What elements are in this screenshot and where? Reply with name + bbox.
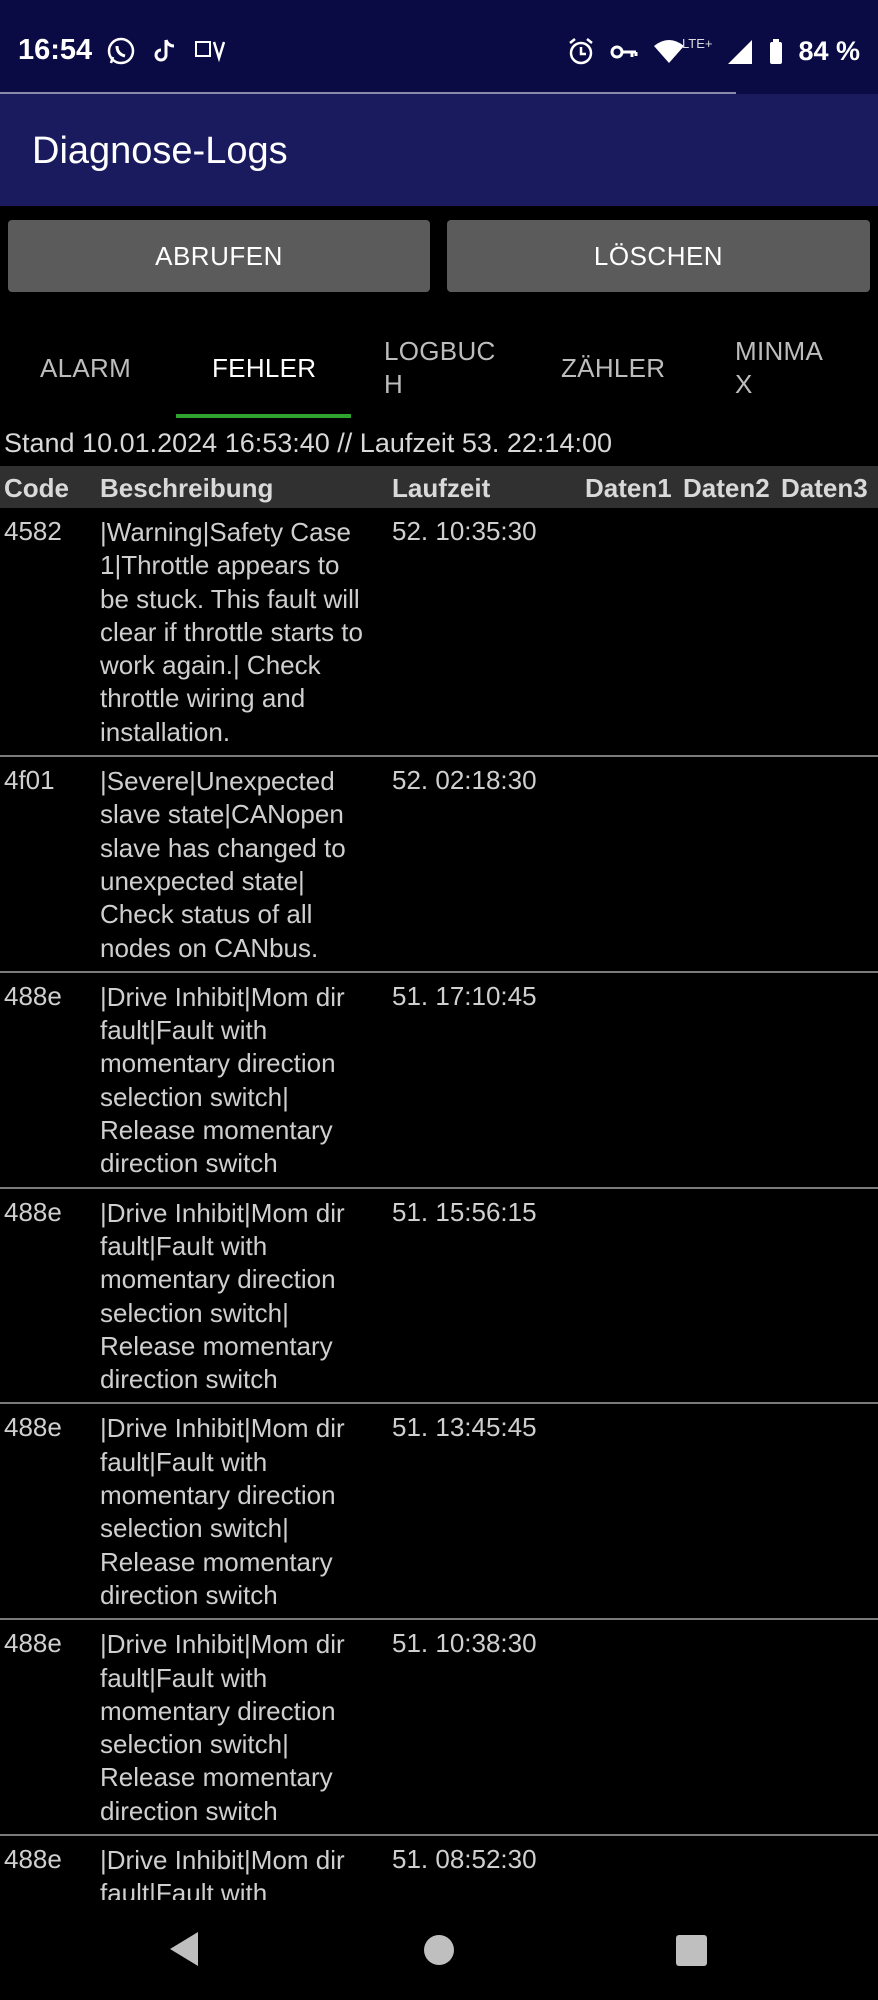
row-laufzeit: 51. 13:45:45 [392, 1412, 537, 1443]
wifi-icon: LTE+ [653, 35, 713, 67]
row-code: 488e [4, 1843, 62, 1874]
tab-alarm[interactable]: ALARM [40, 318, 131, 418]
tab-label: ZÄHLER [561, 352, 666, 383]
tab-label: ALARM [40, 352, 132, 383]
row-laufzeit: 52. 02:18:30 [392, 765, 537, 796]
row-code: 488e [4, 1196, 62, 1227]
table-row[interactable]: 488e |Drive Inhibit|Mom dir fault|Fault … [0, 1189, 878, 1405]
row-description: |Warning|Safety Case 1|Throttle appears … [100, 517, 363, 747]
tv-icon [194, 36, 230, 66]
abrufen-button-label: ABRUFEN [155, 240, 283, 271]
table-header: Code Beschreibung Laufzeit Daten1 Daten2… [0, 466, 878, 508]
row-description: |Drive Inhibit|Mom dir fault|Fault with … [100, 1629, 345, 1826]
navigation-bar [0, 1900, 878, 2000]
tab-zaehler[interactable]: ZÄHLER [561, 318, 665, 418]
abrufen-button[interactable]: ABRUFEN [8, 220, 430, 292]
tab-indicator [176, 414, 351, 418]
row-laufzeit: 51. 17:10:45 [392, 980, 537, 1011]
page-title: Diagnose-Logs [32, 130, 288, 172]
tab-logbuch[interactable]: LOGBUC H [384, 318, 496, 418]
home-icon[interactable] [424, 1935, 454, 1965]
tab-minmax[interactable]: MINMA X [735, 318, 823, 418]
row-code: 488e [4, 1628, 62, 1659]
vpn-key-icon [609, 37, 639, 67]
whatsapp-icon [106, 36, 136, 66]
status-bar: 16:54 LTE+ 84 % [0, 0, 878, 94]
alarm-clock-icon [567, 37, 595, 67]
row-description: |Drive Inhibit|Mom dir fault|Fault with … [100, 1844, 345, 1900]
row-code: 4f01 [4, 765, 55, 796]
loeschen-button[interactable]: LÖSCHEN [447, 220, 870, 292]
battery-icon [768, 37, 784, 67]
table-row[interactable]: 4f01 |Severe|Unexpected slave state|CANo… [0, 757, 878, 973]
tiktok-icon [150, 36, 180, 66]
row-code: 4582 [4, 516, 62, 546]
back-icon[interactable] [170, 1932, 198, 1966]
signal-icon [726, 37, 754, 67]
status-time: 16:54 [18, 34, 93, 66]
header-laufzeit: Laufzeit [392, 473, 491, 503]
row-laufzeit: 51. 08:52:30 [392, 1843, 537, 1874]
row-laufzeit: 51. 10:38:30 [392, 1628, 537, 1659]
system-icons: LTE+ 84 % [567, 36, 860, 67]
row-description: |Drive Inhibit|Mom dir fault|Fault with … [100, 1413, 345, 1610]
table-row[interactable]: 4582 |Warning|Safety Case 1|Throttle app… [0, 508, 878, 758]
table-row[interactable]: 488e |Drive Inhibit|Mom dir fault|Fault … [0, 1620, 878, 1836]
battery-percent: 84 % [798, 36, 860, 66]
table-body: 4582 |Warning|Safety Case 1|Throttle app… [0, 508, 878, 1900]
app-bar: Diagnose-Logs [0, 94, 878, 206]
tab-label: MINMA X [735, 336, 824, 399]
row-code: 488e [4, 980, 62, 1011]
header-daten3: Daten3 [781, 473, 868, 503]
row-code: 488e [4, 1412, 62, 1443]
stand-info: Stand 10.01.2024 16:53:40 // Laufzeit 53… [4, 428, 613, 458]
header-beschreibung: Beschreibung [100, 473, 274, 503]
network-type: LTE+ [681, 35, 713, 51]
table-row[interactable]: 488e |Drive Inhibit|Mom dir fault|Fault … [0, 973, 878, 1189]
table-row[interactable]: 488e |Drive Inhibit|Mom dir fault|Fault … [0, 1836, 878, 1900]
tab-fehler[interactable]: FEHLER [212, 318, 316, 418]
row-laufzeit: 52. 10:35:30 [392, 516, 537, 546]
tab-label: LOGBUC H [384, 336, 496, 399]
row-description: |Drive Inhibit|Mom dir fault|Fault with … [100, 981, 345, 1179]
tab-label: FEHLER [212, 352, 317, 383]
loeschen-button-label: LÖSCHEN [593, 240, 724, 271]
tab-bar: ALARM FEHLER LOGBUC H ZÄHLER MINMA X [0, 318, 878, 418]
recent-apps-icon[interactable] [676, 1935, 707, 1966]
header-daten2: Daten2 [683, 473, 770, 503]
row-description: |Severe|Unexpected slave state|CANopen s… [100, 766, 346, 963]
table-row[interactable]: 488e |Drive Inhibit|Mom dir fault|Fault … [0, 1404, 878, 1621]
row-laufzeit: 51. 15:56:15 [392, 1196, 537, 1227]
row-description: |Drive Inhibit|Mom dir fault|Fault with … [100, 1197, 345, 1395]
notification-icons [106, 36, 230, 66]
header-daten1: Daten1 [585, 473, 672, 503]
header-code: Code [4, 473, 69, 503]
